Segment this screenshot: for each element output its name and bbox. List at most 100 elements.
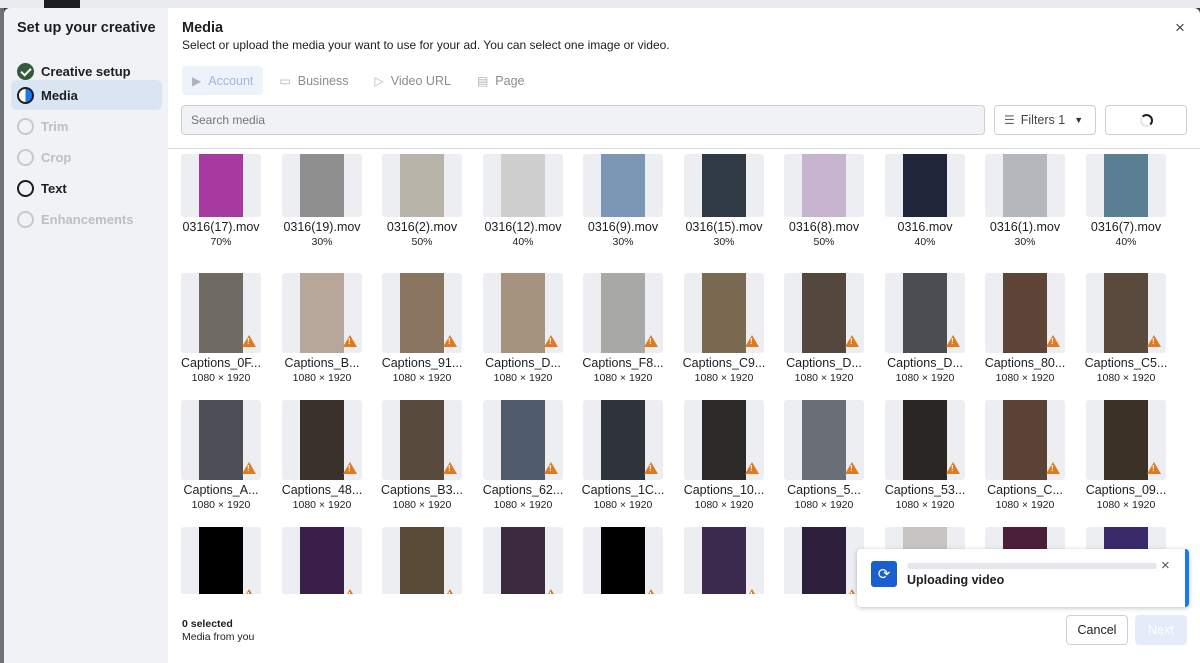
- media-filename: Captions_C5...: [1084, 356, 1168, 370]
- video-frame: [400, 273, 444, 353]
- tab-page[interactable]: ▤ Page: [467, 66, 535, 95]
- tab-video-url[interactable]: ▷ Video URL: [364, 66, 460, 95]
- media-meta: 1080 × 1920: [895, 499, 955, 511]
- media-thumbnail: [181, 527, 261, 594]
- media-filename: Captions_D...: [887, 356, 963, 370]
- media-filename: Captions_C9...: [682, 356, 766, 370]
- media-item[interactable]: 0316(12).mov 40%: [483, 154, 563, 257]
- media-item[interactable]: Captions_0F... 1080 × 1920: [181, 273, 261, 393]
- media-item[interactable]: [684, 527, 764, 594]
- media-item[interactable]: Captions_C5... 1080 × 1920: [1085, 273, 1167, 393]
- media-item[interactable]: [382, 527, 462, 594]
- loading-spinner-icon: [1139, 113, 1153, 127]
- warning-icon: [343, 335, 357, 347]
- media-item[interactable]: 0316(9).mov 30%: [583, 154, 663, 257]
- warning-icon: [745, 589, 759, 594]
- media-item[interactable]: 0316.mov 40%: [885, 154, 965, 257]
- media-item[interactable]: 0316(15).mov 30%: [684, 154, 764, 257]
- media-item[interactable]: Captions_D... 1080 × 1920: [483, 273, 563, 393]
- tab-business[interactable]: ▭ Business: [269, 66, 358, 95]
- media-item[interactable]: Captions_1C... 1080 × 1920: [582, 400, 664, 520]
- media-item[interactable]: [181, 527, 261, 594]
- video-frame: [601, 154, 645, 217]
- page-icon: ▤: [476, 73, 489, 88]
- media-meta: 1080 × 1920: [694, 372, 754, 384]
- media-meta: 30%: [311, 236, 333, 248]
- tab-account[interactable]: ▶ Account: [182, 66, 264, 95]
- media-item[interactable]: Captions_91... 1080 × 1920: [382, 273, 462, 393]
- media-item[interactable]: [583, 527, 663, 594]
- video-frame: [501, 400, 545, 480]
- next-button[interactable]: Next: [1135, 615, 1187, 645]
- media-item[interactable]: Captions_C... 1080 × 1920: [985, 400, 1065, 520]
- sidebar-step-media[interactable]: Media: [11, 80, 162, 110]
- media-item[interactable]: Captions_09... 1080 × 1920: [1086, 400, 1166, 520]
- media-item[interactable]: Captions_F8... 1080 × 1920: [582, 273, 664, 393]
- close-icon[interactable]: ×: [1161, 557, 1170, 574]
- media-filename: Captions_10...: [683, 483, 765, 497]
- media-item[interactable]: Captions_D... 1080 × 1920: [885, 273, 965, 393]
- video-frame: [1104, 273, 1148, 353]
- close-icon[interactable]: ×: [1172, 19, 1188, 36]
- video-frame: [702, 527, 746, 594]
- link-video-icon: ▷: [374, 73, 384, 88]
- media-item[interactable]: [784, 527, 864, 594]
- media-item[interactable]: [282, 527, 362, 594]
- media-item[interactable]: 0316(17).mov 70%: [181, 154, 261, 257]
- sidebar-step-crop[interactable]: Crop: [11, 142, 162, 172]
- media-meta: 40%: [512, 236, 534, 248]
- media-thumbnail: [684, 154, 764, 217]
- media-item[interactable]: Captions_D... 1080 × 1920: [784, 273, 864, 393]
- background-topbar: [0, 0, 1200, 8]
- media-item[interactable]: Captions_48... 1080 × 1920: [282, 400, 362, 520]
- video-frame: [1003, 154, 1047, 217]
- upload-progress-bar: [907, 563, 1157, 569]
- filters-button[interactable]: ☰ Filters 1 ▼: [994, 105, 1096, 135]
- warning-icon: [745, 335, 759, 347]
- media-meta: 30%: [1014, 236, 1036, 248]
- sidebar-step-enhancements[interactable]: Enhancements: [11, 204, 162, 234]
- media-item[interactable]: Captions_5... 1080 × 1920: [784, 400, 864, 520]
- media-item[interactable]: 0316(19).mov 30%: [282, 154, 362, 257]
- tab-label: Video URL: [390, 73, 451, 88]
- media-thumbnail: [684, 527, 764, 594]
- warning-icon: [544, 589, 558, 594]
- video-frame: [400, 527, 444, 594]
- warning-icon: [644, 589, 658, 594]
- refresh-icon: ⟳: [871, 561, 897, 587]
- video-frame: [702, 273, 746, 353]
- media-filename: Captions_48...: [281, 483, 363, 497]
- toast-message: Uploading video: [907, 573, 1005, 587]
- media-item[interactable]: [483, 527, 563, 594]
- sidebar-step-text[interactable]: Text: [11, 173, 162, 203]
- search-input[interactable]: [181, 105, 985, 135]
- media-item[interactable]: Captions_10... 1080 × 1920: [684, 400, 764, 520]
- media-item[interactable]: Captions_C9... 1080 × 1920: [683, 273, 765, 393]
- media-thumbnail: [483, 154, 563, 217]
- media-grid: 0316(17).mov 70% 0316(19).mov 30% 0316(2).mo…: [181, 154, 1191, 594]
- media-filename: 0316.mov: [897, 220, 953, 234]
- media-item[interactable]: Captions_62... 1080 × 1920: [483, 400, 563, 520]
- step-circle-icon: [17, 210, 34, 228]
- video-frame: [802, 527, 846, 594]
- media-item[interactable]: 0316(7).mov 40%: [1086, 154, 1166, 257]
- tab-label: Business: [297, 73, 349, 88]
- media-meta: 1080 × 1920: [292, 499, 352, 511]
- media-item[interactable]: 0316(2).mov 50%: [382, 154, 462, 257]
- sidebar-step-trim[interactable]: Trim: [11, 111, 162, 141]
- media-item[interactable]: Captions_53... 1080 × 1920: [885, 400, 965, 520]
- page-title: Media: [182, 20, 224, 36]
- media-item[interactable]: Captions_80... 1080 × 1920: [985, 273, 1065, 393]
- media-filename: Captions_A...: [183, 483, 259, 497]
- media-item[interactable]: 0316(8).mov 50%: [784, 154, 864, 257]
- media-thumbnail: [784, 400, 864, 480]
- upload-button[interactable]: [1105, 105, 1187, 135]
- media-item[interactable]: 0316(1).mov 30%: [985, 154, 1065, 257]
- cancel-button[interactable]: Cancel: [1066, 615, 1128, 645]
- warning-icon: [242, 589, 256, 594]
- media-thumbnail: [583, 154, 663, 217]
- media-item[interactable]: Captions_B3... 1080 × 1920: [381, 400, 463, 520]
- selected-count: 0 selected: [182, 618, 233, 630]
- media-item[interactable]: Captions_B... 1080 × 1920: [282, 273, 362, 393]
- media-item[interactable]: Captions_A... 1080 × 1920: [181, 400, 261, 520]
